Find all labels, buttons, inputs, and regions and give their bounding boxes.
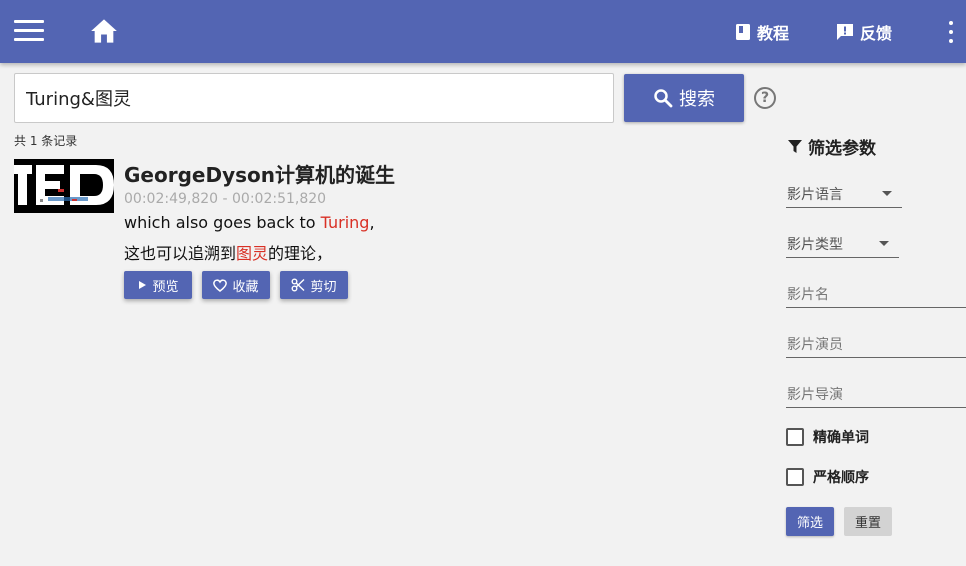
language-select[interactable]: 影片语言 xyxy=(786,182,902,208)
feedback-label: 反馈 xyxy=(860,24,893,43)
ted-logo-thumbnail xyxy=(14,159,114,213)
actor-field[interactable]: 影片演员 xyxy=(786,332,966,358)
reset-button[interactable]: 重置 xyxy=(844,507,892,536)
filter-button[interactable]: 筛选 xyxy=(786,507,834,536)
language-select-label: 影片语言 xyxy=(787,187,843,203)
subtitle-chinese: 这也可以追溯到图灵的理论， xyxy=(124,240,332,264)
subtitle-chinese-before: 这也可以追溯到 xyxy=(124,244,237,263)
exact-word-checkbox[interactable]: 精确单词 xyxy=(786,427,869,447)
subtitle-english-before: which also goes back to xyxy=(124,213,321,232)
movie-name-placeholder: 影片名 xyxy=(787,287,829,303)
actor-placeholder: 影片演员 xyxy=(787,337,843,353)
play-icon xyxy=(139,281,147,289)
strict-order-label: 严格顺序 xyxy=(813,470,869,486)
home-icon[interactable] xyxy=(90,18,118,44)
result-count: 共 1 条记录 xyxy=(14,134,78,148)
more-vert-icon[interactable] xyxy=(946,20,956,44)
subtitle-english-after: , xyxy=(369,213,375,232)
subtitle-english: which also goes back to Turing, xyxy=(124,213,375,232)
preview-label: 预览 xyxy=(152,279,179,295)
result-title[interactable]: GeorgeDyson计算机的诞生 xyxy=(124,159,395,188)
feedback-button[interactable]: 反馈 xyxy=(836,20,892,44)
chevron-down-icon xyxy=(879,241,889,246)
filter-icon xyxy=(788,139,802,153)
book-icon xyxy=(736,24,750,40)
filter-heading-label: 筛选参数 xyxy=(808,139,876,159)
highlight-match: Turing xyxy=(320,213,370,232)
movie-name-field[interactable]: 影片名 xyxy=(786,282,966,308)
tutorial-button[interactable]: 教程 xyxy=(735,20,789,44)
top-app-bar: 教程 反馈 xyxy=(0,0,966,63)
director-placeholder: 影片导演 xyxy=(787,387,843,403)
hamburger-menu-icon[interactable] xyxy=(14,20,44,42)
video-thumbnail[interactable] xyxy=(14,159,114,213)
preview-button[interactable]: 预览 xyxy=(124,271,192,299)
highlight-match: 图灵 xyxy=(236,244,269,263)
scissors-icon xyxy=(291,278,305,292)
director-field[interactable]: 影片导演 xyxy=(786,382,966,408)
search-icon xyxy=(654,89,673,108)
search-button-label: 搜索 xyxy=(679,89,715,110)
type-select-label: 影片类型 xyxy=(787,237,843,253)
help-icon-glyph: ? xyxy=(760,90,770,106)
search-input[interactable] xyxy=(14,73,614,123)
strict-order-checkbox[interactable]: 严格顺序 xyxy=(786,467,869,487)
type-select[interactable]: 影片类型 xyxy=(786,232,899,258)
chevron-down-icon xyxy=(882,191,892,196)
favorite-button[interactable]: 收藏 xyxy=(202,271,270,299)
tutorial-label: 教程 xyxy=(757,24,790,43)
help-icon[interactable]: ? xyxy=(754,87,776,109)
search-button[interactable]: 搜索 xyxy=(624,74,744,122)
heart-icon xyxy=(213,278,228,292)
favorite-label: 收藏 xyxy=(232,279,259,295)
feedback-icon xyxy=(837,24,853,40)
filter-heading: 筛选参数 xyxy=(788,134,876,159)
result-timestamp: 00:02:49,820 - 00:02:51,820 xyxy=(124,191,327,207)
subtitle-chinese-after: 的理论， xyxy=(268,244,333,263)
checkbox-box[interactable] xyxy=(786,468,804,486)
cut-label: 剪切 xyxy=(310,279,337,295)
checkbox-box[interactable] xyxy=(786,428,804,446)
exact-word-label: 精确单词 xyxy=(813,430,869,446)
cut-button[interactable]: 剪切 xyxy=(280,271,348,299)
